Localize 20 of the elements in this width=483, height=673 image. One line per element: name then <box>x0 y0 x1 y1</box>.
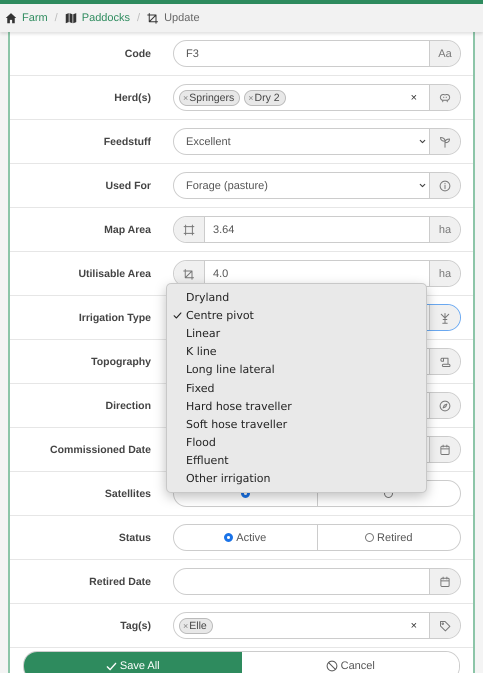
unit-label: ha <box>429 261 460 286</box>
field-label: Used For <box>104 180 152 192</box>
field-label: Direction <box>104 400 152 412</box>
field-label: Status <box>118 532 152 544</box>
field-label: Topography <box>90 356 152 368</box>
field-label: Utilisable Area <box>77 268 152 280</box>
field-label: Satellites <box>104 488 152 500</box>
field-label: Code <box>124 48 152 60</box>
field-label: Feedstuff <box>102 136 152 148</box>
field-label: Retired Date <box>88 576 152 588</box>
field-label: Herd(s) <box>113 92 152 104</box>
unit-label: ha <box>429 217 460 242</box>
breadcrumb-separator: / <box>54 12 59 24</box>
field-label: Commissioned Date <box>49 444 152 456</box>
field-label: Tag(s) <box>119 620 152 632</box>
breadcrumb-current: Update <box>164 12 200 24</box>
field-label: Irrigation Type <box>78 312 152 324</box>
addon-label: Aa <box>429 41 460 66</box>
breadcrumb-separator: / <box>136 12 142 24</box>
field-label: Map Area <box>103 224 152 236</box>
